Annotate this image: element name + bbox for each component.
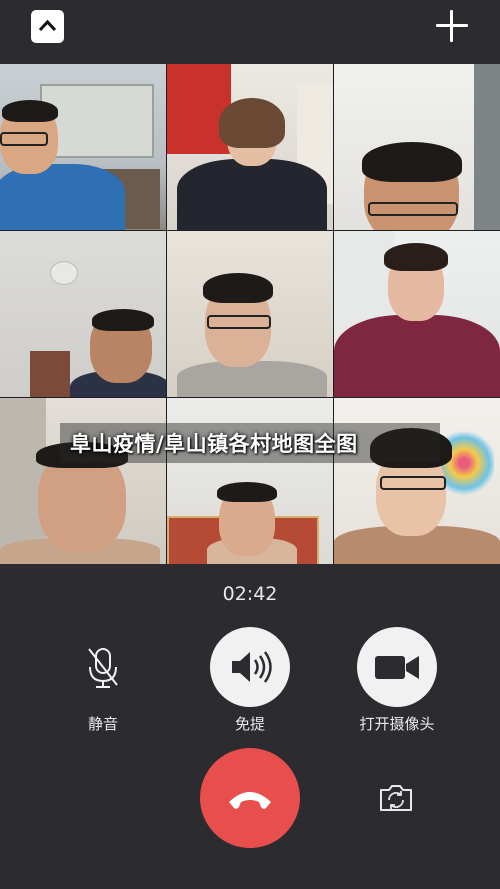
camera-control[interactable]: 打开摄像头 xyxy=(337,627,457,734)
hangup-button[interactable] xyxy=(200,748,300,848)
switch-camera-button[interactable] xyxy=(378,782,414,814)
speaker-control[interactable]: 免提 xyxy=(190,627,310,734)
collapse-button[interactable] xyxy=(31,10,64,43)
camera-button[interactable] xyxy=(357,627,437,707)
speaker-button[interactable] xyxy=(210,627,290,707)
participant-video-5[interactable] xyxy=(167,231,333,397)
video-caption-overlay: 阜山疫情/阜山镇各村地图全图 xyxy=(60,423,440,463)
video-grid xyxy=(0,64,500,564)
mute-control[interactable]: 静音 xyxy=(43,627,163,734)
video-camera-icon xyxy=(375,656,419,679)
participant-video-4[interactable] xyxy=(0,231,166,397)
call-timer: 02:42 xyxy=(222,583,278,605)
participant-video-1[interactable] xyxy=(0,64,166,230)
participant-video-3[interactable] xyxy=(334,64,500,230)
camera-label: 打开摄像头 xyxy=(359,715,435,733)
chevron-up-icon xyxy=(38,19,57,32)
speaker-label: 免提 xyxy=(234,715,265,733)
caption-text: 阜山疫情/阜山镇各村地图全图 xyxy=(70,432,358,456)
speaker-icon xyxy=(232,651,272,683)
participant-video-6[interactable] xyxy=(334,231,500,397)
switch-camera-icon xyxy=(380,785,412,811)
mute-button[interactable] xyxy=(63,627,143,707)
phone-hangup-icon xyxy=(229,792,271,809)
top-bar xyxy=(0,0,500,64)
add-participant-button[interactable] xyxy=(434,8,470,44)
participant-video-2[interactable] xyxy=(167,64,333,230)
microphone-off-icon xyxy=(88,648,118,688)
mute-label: 静音 xyxy=(87,715,118,733)
